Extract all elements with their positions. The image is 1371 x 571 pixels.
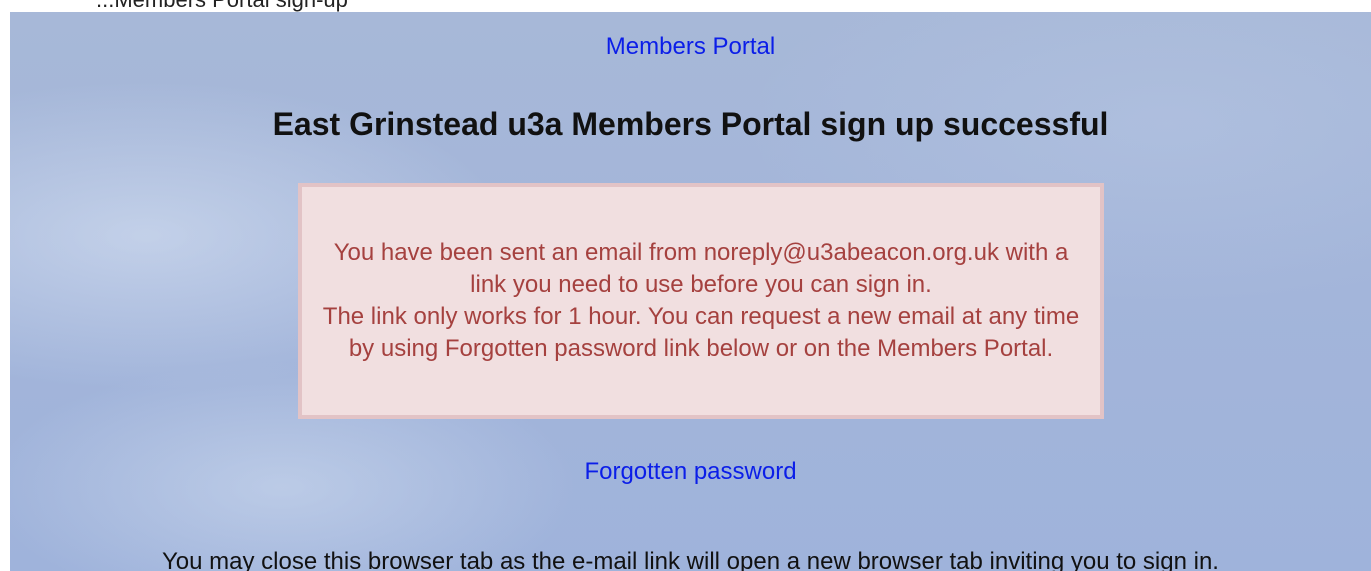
forgotten-password-link-row: Forgotten password xyxy=(10,458,1371,486)
notice-message: You have been sent an email from noreply… xyxy=(321,237,1081,365)
members-portal-link[interactable]: Members Portal xyxy=(606,33,775,60)
signup-success-page: Members Portal East Grinstead u3a Member… xyxy=(10,12,1371,571)
link-expiry-text: The link only works for 1 hour. You can … xyxy=(322,303,1080,362)
email-sent-notice: You have been sent an email from noreply… xyxy=(298,183,1104,419)
close-tab-instruction: You may close this browser tab as the e-… xyxy=(162,548,1219,571)
page-title: East Grinstead u3a Members Portal sign u… xyxy=(272,106,1109,142)
top-cropped-header: ...Members Portal sign-up xyxy=(0,0,1371,12)
forgotten-password-link[interactable]: Forgotten password xyxy=(584,458,796,485)
members-portal-link-row: Members Portal xyxy=(10,33,1371,61)
cropped-header-text: ...Members Portal sign-up xyxy=(96,0,348,12)
email-sent-text: You have been sent an email from noreply… xyxy=(333,239,1069,298)
